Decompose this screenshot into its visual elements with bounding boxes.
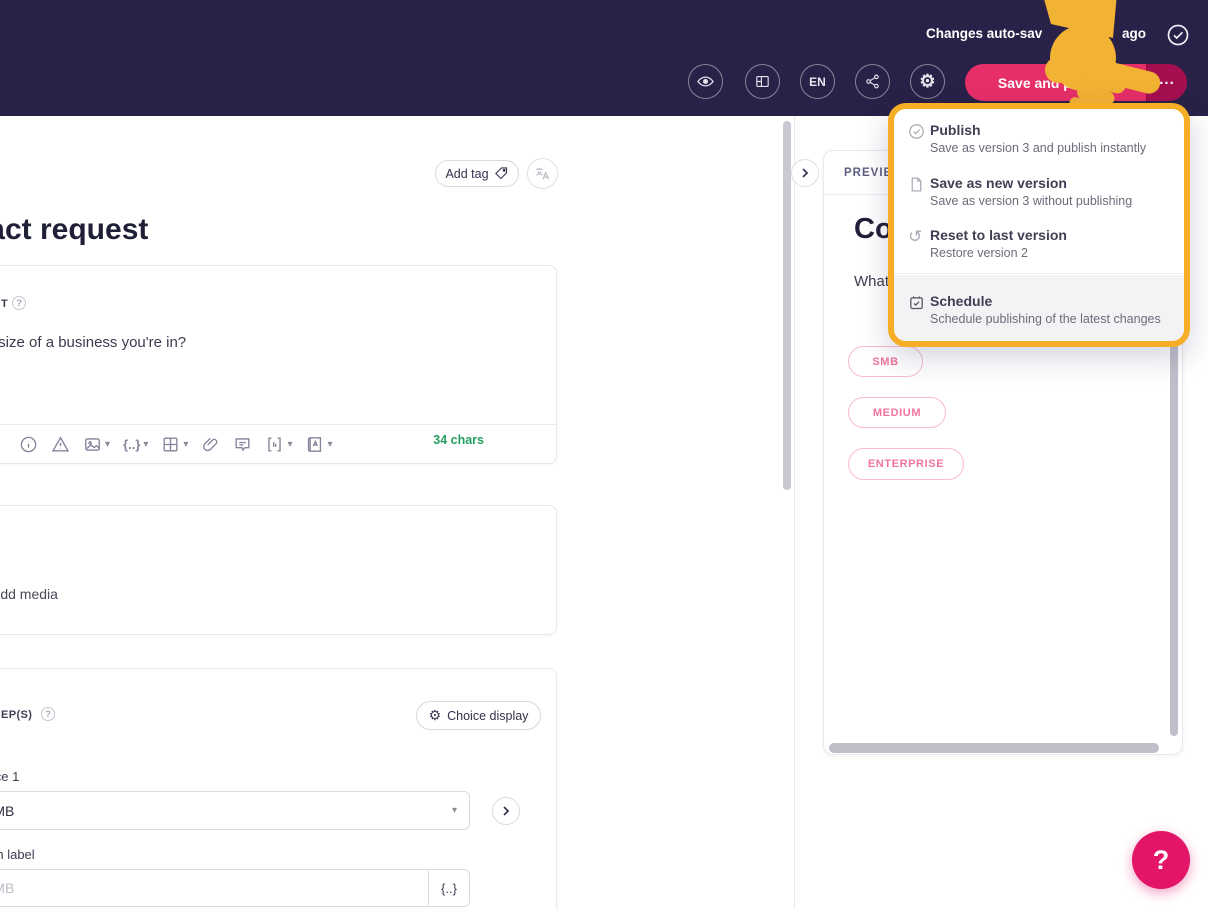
char-counter: 34 chars [433,433,484,447]
calendar-check-icon [908,294,925,311]
language-button[interactable]: EN [800,64,835,99]
menu-item-label: Save as new version [930,175,1067,191]
table-icon[interactable]: ▾ [161,435,188,454]
choice-select-value: SMB [0,802,15,819]
collapse-preview-button[interactable] [791,159,819,187]
question-card: T ? What size of a business you're in? ▾… [0,265,557,464]
recall-variable-button[interactable]: {..} [428,869,470,907]
save-and-publish-button[interactable]: Save and publish [965,64,1147,101]
menu-item-description: Save as version 3 without publishing [930,194,1133,208]
menu-item-description: Restore version 2 [930,246,1028,260]
dictionary-icon[interactable]: ▾ [305,435,333,454]
question-card-label: T [1,298,9,310]
chevron-right-icon [503,806,510,816]
publish-options-menu: Publish Save as version 3 and publish in… [888,103,1190,347]
chevron-right-icon [802,168,809,178]
menu-item-description: Save as version 3 and publish instantly [930,141,1147,155]
save-split-button: Save and publish ... [965,64,1187,101]
file-icon [908,176,925,193]
add-tag-label: Add tag [445,166,489,181]
top-navbar: Changes auto-sav ago EN ⚙ Save and publi… [0,0,1208,116]
preview-eye-button[interactable] [688,64,723,99]
add-media-link[interactable]: Add media [0,586,58,602]
note-icon[interactable] [233,435,252,454]
menu-item-description: Schedule publishing of the latest change… [930,312,1161,326]
choice-next-step-button[interactable] [492,797,520,825]
help-button-label: ? [1152,844,1170,875]
gear-icon: ⚙ [428,707,442,723]
eye-icon [697,76,714,87]
menu-item-label: Schedule [930,293,993,309]
tag-icon [494,167,507,180]
variables-icon[interactable]: {..} ▾ [123,437,148,452]
choices-card: EP(S) ? ⚙ Choice display Choice 1 SMB ▾ … [0,668,557,909]
save-more-options-button[interactable]: ... [1147,64,1187,101]
warning-icon[interactable] [51,435,70,454]
app-root: Changes auto-sav ago EN ⚙ Save and publi… [0,0,1208,909]
recall-icon[interactable]: ▾ [265,435,292,454]
help-icon[interactable]: ? [41,707,55,721]
help-button[interactable]: ? [1132,831,1190,889]
panel-divider [794,116,795,909]
button-label-field-label: Button label [0,847,35,862]
language-label: EN [809,74,826,89]
question-text[interactable]: What size of a business you're in? [0,334,186,351]
attachment-icon[interactable] [201,435,220,454]
choices-card-label: EP(S) [1,709,33,721]
preview-choice-enterprise[interactable]: ENTERPRISE [848,448,964,480]
preview-horizontal-scrollbar[interactable] [829,743,1159,753]
share-button[interactable] [855,64,890,99]
preview-choice-smb[interactable]: SMB [848,346,923,377]
editor-scrollbar[interactable] [783,121,791,490]
share-icon [866,74,879,89]
help-icon[interactable]: ? [12,296,26,310]
check-circle-icon [908,123,925,140]
choice-field-label: Choice 1 [0,769,20,784]
saved-check-icon [1166,23,1190,47]
settings-button[interactable]: ⚙ [910,64,945,99]
translate-icon [536,167,550,180]
button-label-input[interactable] [0,869,428,907]
gear-icon: ⚙ [919,71,936,91]
menu-item-label: Reset to last version [930,227,1067,243]
autosave-status: Changes auto-sav [926,26,1043,41]
info-icon[interactable] [19,435,38,454]
survey-title: Contact request [0,213,149,246]
preview-choice-medium[interactable]: MEDIUM [848,397,946,428]
add-tag-button[interactable]: Add tag [435,160,519,187]
autosave-status-ago: ago [1122,26,1147,41]
undo-icon: ↺ [908,227,923,246]
menu-divider [894,273,1184,274]
choice-display-label: Choice display [447,708,529,723]
choice-select[interactable]: SMB ▾ [0,791,470,830]
image-icon[interactable]: ▾ [83,435,110,454]
layout-button[interactable] [745,64,780,99]
menu-item-label: Publish [930,122,981,138]
translate-button[interactable] [527,158,558,189]
media-card: ? Add media [0,505,557,635]
layout-icon [756,75,769,88]
choice-display-button[interactable]: ⚙ Choice display [416,701,541,730]
